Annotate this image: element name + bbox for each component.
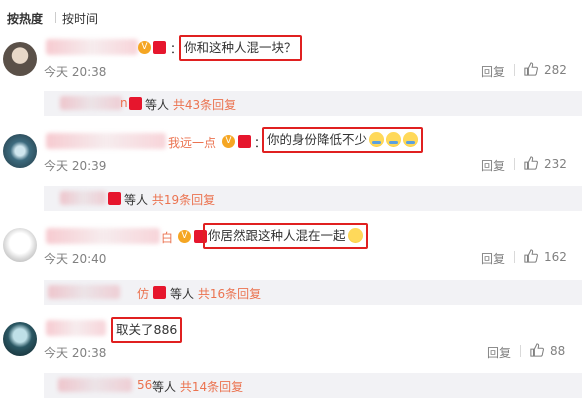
avatar[interactable] [3, 134, 37, 168]
username-blurred[interactable] [46, 320, 106, 336]
more-replies-link[interactable]: 共14条回复 [180, 380, 243, 394]
more-replies-link[interactable]: 共16条回复 [198, 287, 261, 301]
red-packet-icon [153, 286, 166, 299]
comment-text: 你居然跟这种人混在一起 [203, 223, 368, 249]
sweat-emoji [403, 132, 419, 147]
avatar[interactable] [3, 228, 37, 262]
comment-time: 今天 20:40 [44, 252, 107, 266]
thumbs-up-icon[interactable] [524, 156, 538, 170]
sub-replies-bar[interactable]: 仿 等人 共16条回复 [44, 280, 582, 305]
thumbs-up-icon[interactable] [524, 249, 538, 263]
username-blurred[interactable] [46, 39, 138, 55]
comment-time: 今天 20:38 [44, 346, 107, 360]
sub-username-blurred [58, 378, 132, 392]
sort-by-hot-tab[interactable]: 按热度 [7, 10, 43, 27]
like-count: 232 [544, 157, 567, 171]
more-replies-link[interactable]: 共43条回复 [173, 98, 236, 112]
sub-username-blurred [48, 285, 120, 299]
red-packet-icon [108, 192, 121, 205]
sort-by-time-tab[interactable]: 按时间 [62, 10, 98, 27]
more-replies-link[interactable]: 共19条回复 [152, 193, 215, 207]
sort-divider [55, 12, 56, 23]
sub-username-blurred [60, 191, 106, 205]
vip-badge-icon: V [222, 135, 235, 148]
sub-replies-bar[interactable]: 等人 共19条回复 [44, 186, 582, 211]
reply-button[interactable]: 回复 [481, 250, 505, 267]
red-packet-icon [238, 135, 251, 148]
comment-text: 你和这种人混一块？ [179, 35, 302, 61]
like-count: 88 [550, 344, 566, 358]
sweat-emoji [369, 132, 385, 147]
avatar[interactable] [3, 42, 37, 76]
vip-badge-icon: V [138, 41, 151, 54]
comment-text: 你的身份降低不少 [262, 127, 424, 153]
thumbs-up-icon[interactable] [524, 62, 538, 76]
sort-bar: 按热度 按时间 [0, 0, 582, 30]
like-count: 282 [544, 63, 567, 77]
comment-time: 今天 20:39 [44, 159, 107, 173]
sub-username-blurred [60, 96, 122, 110]
username-blurred[interactable] [46, 133, 166, 149]
sweat-emoji [386, 132, 402, 147]
like-count: 162 [544, 250, 567, 264]
reply-button[interactable]: 回复 [481, 157, 505, 174]
sub-replies-bar[interactable]: n 等人 共43条回复 [44, 91, 582, 116]
avatar[interactable] [3, 322, 37, 356]
vip-badge-icon: V [178, 230, 191, 243]
thinking-emoji [347, 228, 363, 243]
comment-time: 今天 20:38 [44, 65, 107, 79]
comment-text: 取关了886 [111, 317, 183, 343]
username-blurred[interactable] [46, 228, 160, 244]
reply-button[interactable]: 回复 [487, 344, 511, 361]
red-packet-icon [153, 41, 166, 54]
reply-button[interactable]: 回复 [481, 63, 505, 80]
sub-replies-bar[interactable]: 56 等人 共14条回复 [44, 373, 582, 398]
thumbs-up-icon[interactable] [530, 343, 544, 357]
red-packet-icon [129, 97, 142, 110]
